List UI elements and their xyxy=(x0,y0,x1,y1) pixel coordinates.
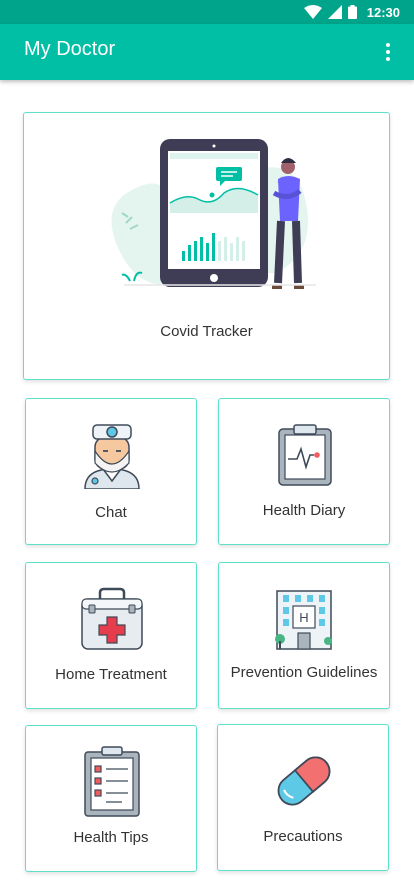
doctor-icon xyxy=(84,424,140,489)
precautions-card[interactable]: Precautions xyxy=(217,724,389,871)
health-diary-label: Health Diary xyxy=(262,502,346,519)
pill-capsule-icon xyxy=(277,756,331,806)
first-aid-kit-icon xyxy=(81,587,143,650)
covid-tracker-illustration xyxy=(111,139,316,289)
prevention-guidelines-label: Prevention Guidelines xyxy=(230,664,378,681)
covid-tracker-label: Covid Tracker xyxy=(160,323,253,340)
health-tips-label: Health Tips xyxy=(73,829,149,846)
prevention-guidelines-card[interactable]: H Prevention Guidelines xyxy=(218,562,390,709)
covid-tracker-card[interactable]: Covid Tracker xyxy=(23,112,390,380)
app-bar: My Doctor xyxy=(0,24,414,80)
battery-icon xyxy=(347,5,357,19)
status-bar: 12:30 xyxy=(0,0,414,24)
chat-label: Chat xyxy=(95,504,127,521)
checklist-icon xyxy=(84,746,140,817)
wifi-icon xyxy=(303,5,322,19)
health-tips-card[interactable]: Health Tips xyxy=(25,725,197,872)
cellular-signal-icon xyxy=(327,5,342,19)
home-treatment-card[interactable]: Home Treatment xyxy=(25,562,197,709)
status-time: 12:30 xyxy=(366,4,400,20)
health-diary-card[interactable]: Health Diary xyxy=(218,398,390,545)
chat-card[interactable]: Chat xyxy=(25,398,197,545)
svg-text:H: H xyxy=(299,610,308,625)
overflow-menu-icon[interactable] xyxy=(376,40,400,64)
precautions-label: Precautions xyxy=(263,828,343,845)
hospital-building-icon: H xyxy=(275,590,332,650)
home-treatment-label: Home Treatment xyxy=(55,666,167,683)
app-title: My Doctor xyxy=(24,38,116,60)
status-icons: 12:30 xyxy=(303,0,400,24)
clipboard-heartbeat-icon xyxy=(278,424,332,486)
